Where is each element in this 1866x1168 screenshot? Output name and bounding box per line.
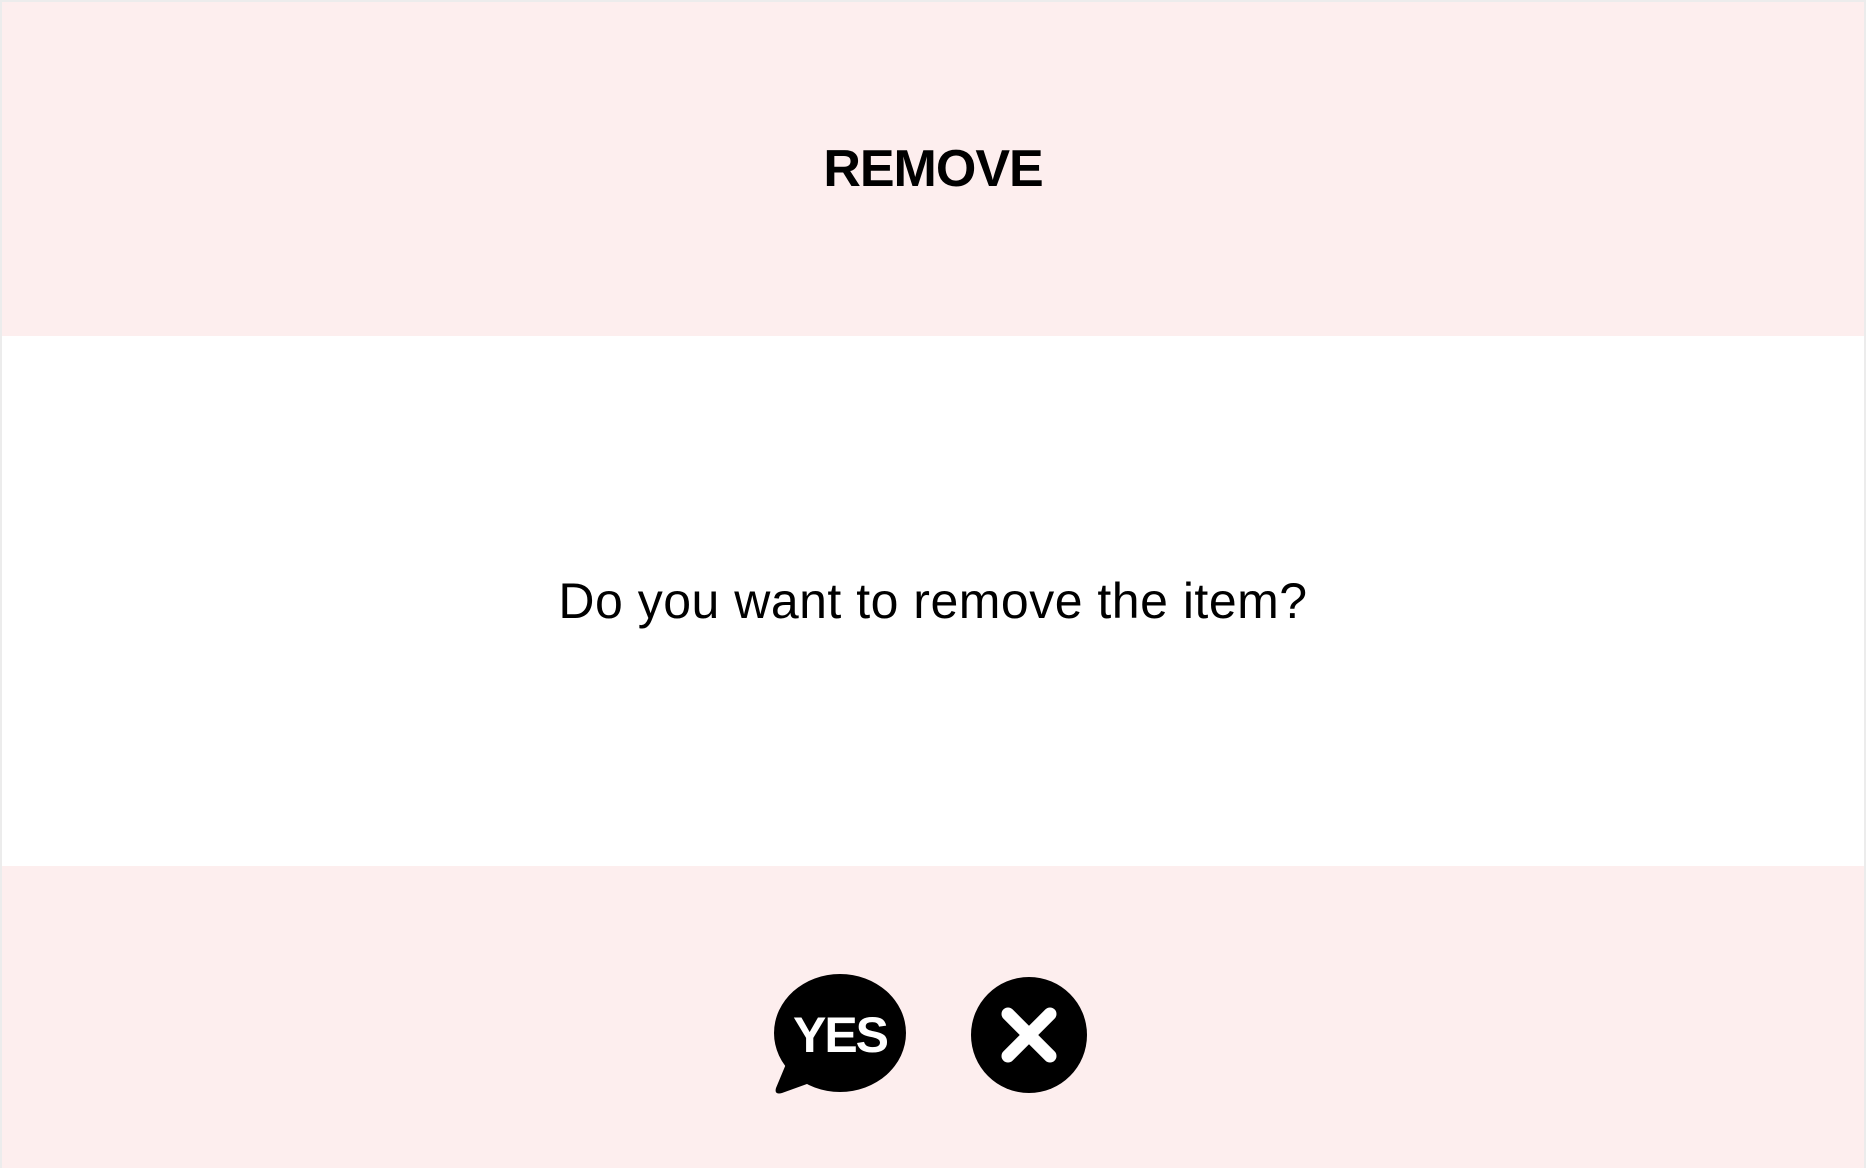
dialog-title: REMOVE (823, 140, 1043, 198)
yes-button[interactable]: YES (772, 974, 908, 1100)
dialog-message: Do you want to remove the item? (558, 573, 1308, 629)
yes-speech-bubble-icon: YES (774, 974, 906, 1094)
dialog-footer: YES (2, 866, 1864, 1168)
dialog-header: REMOVE (2, 2, 1864, 336)
remove-dialog: REMOVE Do you want to remove the item? Y… (0, 0, 1866, 1168)
dialog-body: Do you want to remove the item? (2, 336, 1864, 866)
yes-label: YES (793, 1007, 888, 1063)
close-circle-icon (971, 977, 1087, 1093)
no-button[interactable] (970, 976, 1088, 1094)
